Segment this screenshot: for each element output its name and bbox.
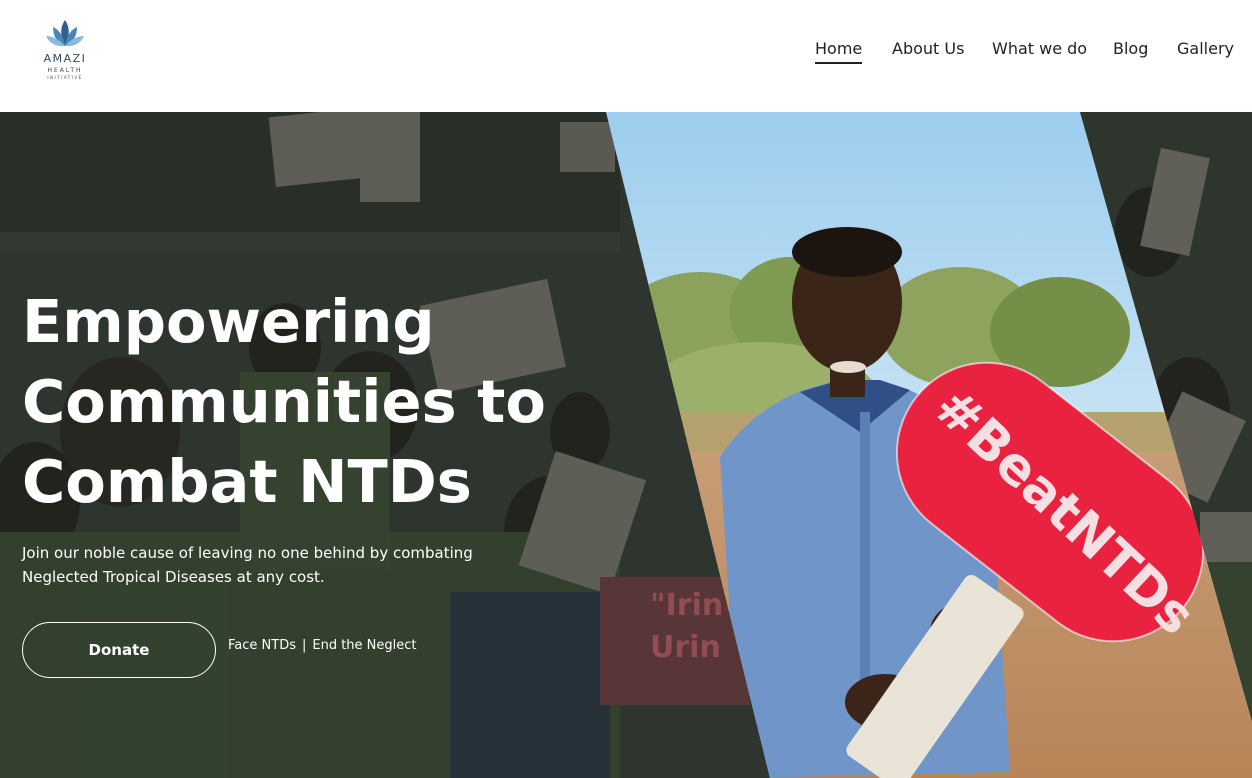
hero-subtext: Join our noble cause of leaving no one b… — [22, 541, 522, 589]
hero-tagline: Face NTDs | End the Neglect — [228, 638, 417, 653]
nav-blog[interactable]: Blog — [1113, 39, 1148, 61]
headline-line-2: Communities to — [22, 367, 546, 436]
nav-home[interactable]: Home — [815, 39, 863, 64]
logo-subtitle: HEALTH — [47, 67, 83, 74]
nav-gallery[interactable]: Gallery — [1177, 39, 1234, 61]
nav-what-we-do[interactable]: What we do — [992, 39, 1087, 61]
subtext-line-2: Neglected Tropical Diseases at any cost. — [22, 568, 325, 586]
hero-headline: Empowering Communities to Combat NTDs — [22, 282, 546, 522]
headline-line-3: Combat NTDs — [22, 447, 472, 516]
logo[interactable]: AMAZI HEALTH INITIATIVE — [36, 18, 94, 82]
logo-name: AMAZI — [43, 52, 87, 65]
tagline-face-ntds: Face NTDs — [228, 638, 296, 653]
banner-text-1: "Irin — [650, 588, 724, 623]
subtext-line-1: Join our noble cause of leaving no one b… — [22, 544, 473, 562]
nav-about-us[interactable]: About Us — [892, 39, 964, 61]
donate-button[interactable]: Donate — [22, 622, 216, 678]
site-header: AMAZI HEALTH INITIATIVE Home About Us Wh… — [0, 0, 1252, 112]
banner-text-2: Urin — [650, 630, 721, 665]
headline-line-1: Empowering — [22, 287, 435, 356]
tagline-separator: | — [301, 638, 307, 653]
lotus-icon — [46, 20, 84, 47]
tagline-end-neglect: End the Neglect — [312, 638, 417, 653]
logo-subtitle-small: INITIATIVE — [47, 75, 83, 80]
